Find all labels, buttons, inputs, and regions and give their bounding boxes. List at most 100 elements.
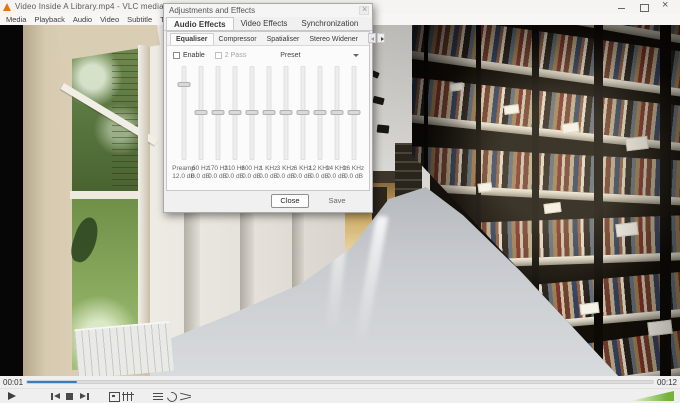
loop-icon[interactable] — [165, 391, 179, 402]
eq-band-gain: 0.0 dB — [208, 173, 227, 181]
subtab-scroll-right-icon[interactable] — [377, 33, 385, 43]
eq-band-gain: 0.0 dB — [276, 173, 295, 181]
eq-band-handle[interactable] — [296, 110, 309, 115]
two-pass-label: 2 Pass — [225, 52, 246, 59]
eq-band-slider[interactable] — [192, 66, 209, 160]
two-pass-group: 2 Pass — [215, 52, 256, 59]
duration-time: 00:12 — [654, 378, 680, 387]
eq-band-column: 60 Hz 0.0 dB — [192, 66, 209, 181]
eq-band-column: 6 KHz 0.0 dB — [294, 66, 311, 181]
effects-subtab[interactable]: Compressor — [214, 34, 262, 45]
eq-band-slider[interactable] — [311, 66, 328, 160]
eq-band-column: 12 KHz 0.0 dB — [311, 66, 328, 181]
close-button[interactable]: Close — [271, 194, 309, 208]
seek-fill — [27, 381, 77, 383]
window-controls — [616, 2, 680, 12]
scene-left-edge — [0, 25, 23, 376]
vlc-window: Video Inside A Library.mp4 - VLC media p… — [0, 0, 680, 403]
dialog-tabs: Audio EffectsVideo EffectsSynchronizatio… — [164, 17, 372, 31]
dialog-close-icon[interactable] — [359, 6, 369, 15]
eq-band-slider[interactable] — [294, 66, 311, 160]
scene-radiator — [74, 321, 174, 376]
eq-band-gain: 0.0 dB — [259, 173, 278, 181]
eq-band-column: 310 Hz 0.0 dB — [226, 66, 243, 181]
eq-band-slider[interactable] — [328, 66, 345, 160]
dialog-tab[interactable]: Synchronization — [294, 17, 365, 30]
effects-subtab[interactable]: Equaliser — [170, 33, 214, 45]
two-pass-checkbox[interactable] — [215, 52, 222, 59]
eq-band-handle[interactable] — [279, 110, 292, 115]
menu-item[interactable]: Media — [2, 15, 30, 24]
enable-label: Enable — [183, 52, 205, 59]
close-window-button[interactable] — [660, 2, 672, 12]
eq-band-slider[interactable] — [277, 66, 294, 160]
dialog-buttons: Close Save — [164, 193, 372, 208]
save-button[interactable]: Save — [322, 196, 352, 205]
eq-band-handle[interactable] — [211, 110, 224, 115]
maximize-button[interactable] — [638, 2, 650, 12]
volume-wedge[interactable] — [630, 391, 674, 401]
controls-row — [0, 388, 680, 403]
play-icon[interactable] — [5, 391, 21, 402]
stop-icon[interactable] — [63, 391, 77, 402]
previous-icon[interactable] — [49, 391, 63, 402]
subtab-scroll-left-icon[interactable] — [368, 33, 376, 43]
eq-band-handle[interactable] — [245, 110, 258, 115]
fullscreen-icon[interactable] — [107, 391, 121, 402]
random-icon[interactable] — [179, 391, 193, 402]
eq-band-frequency: 3 KHz — [277, 165, 295, 173]
eq-band-handle[interactable] — [194, 110, 207, 115]
minimize-button[interactable] — [616, 2, 628, 12]
extended-settings-icon[interactable] — [121, 391, 135, 402]
seek-bar[interactable] — [26, 380, 654, 384]
vlc-cone-icon — [3, 3, 11, 11]
preamp-slider[interactable] — [175, 66, 192, 160]
window-frame-middle — [70, 191, 142, 199]
effects-subtab[interactable]: Stereo Widener — [304, 34, 363, 45]
eq-band-column: 170 Hz 0.0 dB — [209, 66, 226, 181]
equalizer-sliders: Preamp 12.0 dB 60 Hz 0.0 dB 170 Hz — [167, 62, 369, 181]
eq-band-handle[interactable] — [347, 110, 360, 115]
eq-band-slider[interactable] — [345, 66, 362, 160]
eq-band-slider[interactable] — [243, 66, 260, 160]
eq-band-handle[interactable] — [330, 110, 343, 115]
effects-subtabs: EqualiserCompressorSpatialiserStereo Wid… — [167, 32, 369, 46]
eq-band-column: 16 KHz 0.0 dB — [345, 66, 362, 181]
eq-band-gain: 0.0 dB — [310, 173, 329, 181]
dialog-content: EqualiserCompressorSpatialiserStereo Wid… — [166, 31, 370, 191]
adjustments-dialog: Adjustments and Effects Audio EffectsVid… — [163, 3, 373, 213]
preset-label: Preset — [280, 52, 300, 59]
eq-band-slider[interactable] — [226, 66, 243, 160]
enable-checkbox[interactable] — [173, 52, 180, 59]
dialog-tab[interactable]: Audio Effects — [166, 17, 234, 30]
eq-band-slider[interactable] — [260, 66, 277, 160]
equalizer-controls: Enable 2 Pass Preset — [167, 46, 369, 62]
menu-item[interactable]: Playback — [30, 15, 68, 24]
dialog-title: Adjustments and Effects — [169, 6, 255, 15]
subtab-scroll-arrows — [368, 33, 387, 45]
eq-band-frequency: 1 KHz — [260, 165, 278, 173]
eq-band-column: 1 KHz 0.0 dB — [260, 66, 277, 181]
eq-band-gain: 0.0 dB — [327, 173, 346, 181]
eq-band-handle[interactable] — [262, 110, 275, 115]
menu-item[interactable]: Subtitle — [123, 15, 156, 24]
eq-band-gain: 0.0 dB — [191, 173, 210, 181]
preamp-handle[interactable] — [177, 82, 190, 87]
effects-subtab[interactable]: Spatialiser — [262, 34, 305, 45]
dialog-tab[interactable]: Video Effects — [234, 17, 295, 30]
eq-band-handle[interactable] — [313, 110, 326, 115]
ceiling-spotlight — [377, 124, 390, 133]
eq-band-handle[interactable] — [228, 110, 241, 115]
eq-band-column: 600 Hz 0.0 dB — [243, 66, 260, 181]
preset-dropdown[interactable] — [306, 50, 363, 61]
eq-band-slider[interactable] — [209, 66, 226, 160]
eq-band-gain: 0.0 dB — [344, 173, 363, 181]
playlist-icon[interactable] — [151, 391, 165, 402]
next-icon[interactable] — [77, 391, 91, 402]
eq-band-frequency: 16 KHz — [343, 165, 364, 173]
eq-band-column: 3 KHz 0.0 dB — [277, 66, 294, 181]
dialog-titlebar[interactable]: Adjustments and Effects — [164, 4, 372, 17]
menu-item[interactable]: Video — [96, 15, 123, 24]
elapsed-time: 00:01 — [0, 378, 26, 387]
menu-item[interactable]: Audio — [69, 15, 96, 24]
